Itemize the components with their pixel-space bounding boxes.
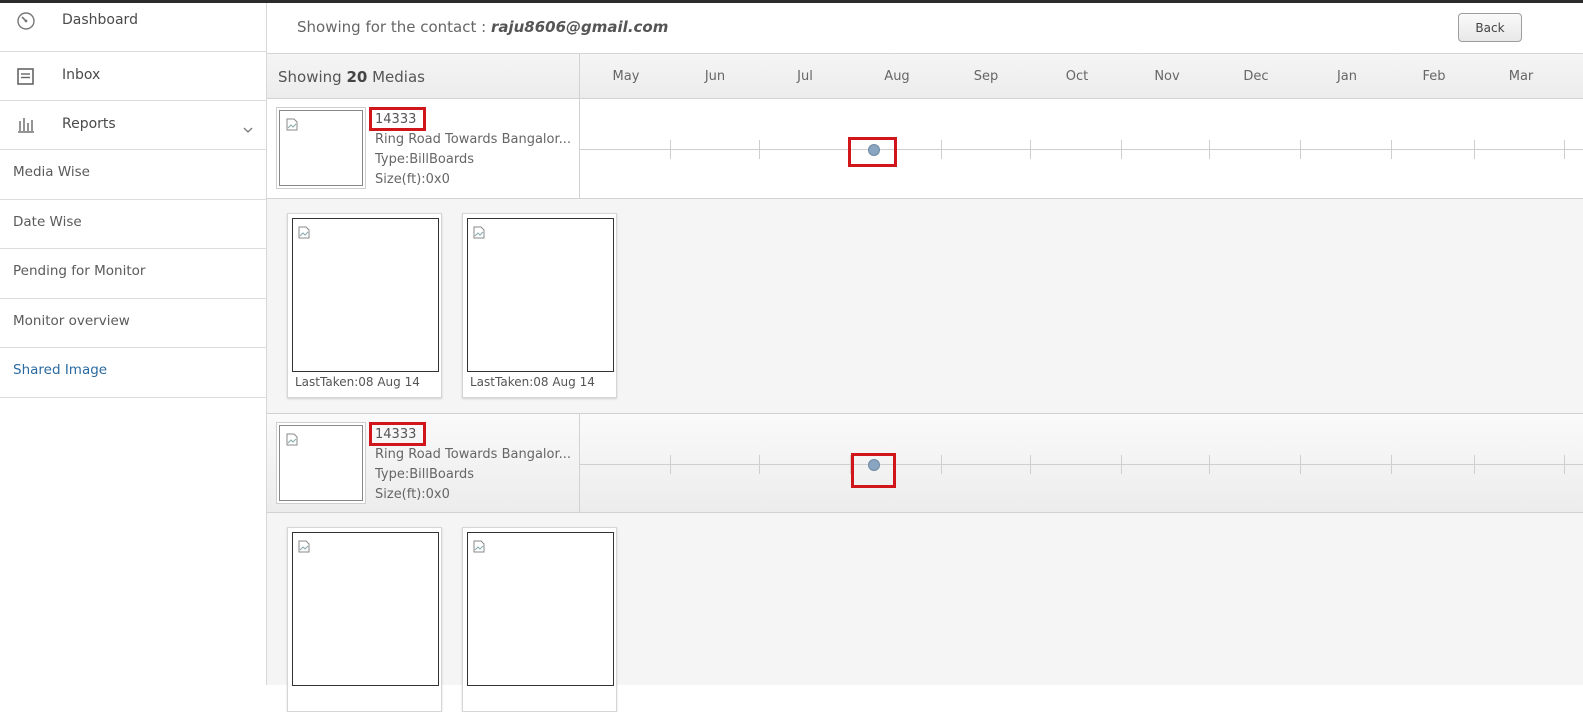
contact-prefix: Showing for the contact :	[297, 18, 491, 36]
sidebar-item-label: Reports	[62, 116, 116, 132]
timeline-tick	[1030, 140, 1031, 159]
speedometer-icon	[16, 11, 36, 31]
timeline-tick	[1209, 455, 1210, 474]
sidebar-item-reports[interactable]: Reports	[0, 101, 266, 150]
timeline-tick	[1030, 455, 1031, 474]
month-label: Nov	[1154, 69, 1180, 84]
sidebar-subitem-label: Shared Image	[13, 362, 108, 378]
timeline-tick	[941, 140, 942, 159]
timeline-track	[580, 464, 1583, 465]
sidebar-item-inbox[interactable]: Inbox	[0, 52, 266, 101]
broken-image-icon	[298, 538, 310, 557]
sidebar: Dashboard Inbox Reports Media Wise Date …	[0, 3, 267, 685]
media-count: 20	[346, 68, 368, 86]
timeline-tick	[941, 455, 942, 474]
image-frame[interactable]	[292, 532, 439, 686]
timeline-tick	[1474, 455, 1475, 474]
chevron-down-icon[interactable]	[242, 121, 254, 133]
image-caption: LastTaken:08 Aug 14	[295, 375, 420, 389]
back-button[interactable]: Back	[1458, 13, 1522, 42]
broken-image-icon	[473, 538, 485, 557]
timeline-tick	[670, 140, 671, 159]
broken-image-icon	[286, 431, 298, 450]
showing-prefix: Showing	[278, 68, 347, 86]
highlight-box	[369, 422, 426, 446]
image-frame[interactable]	[467, 532, 614, 686]
timeline-tick	[1564, 455, 1565, 474]
timeline-track	[580, 149, 1583, 150]
sidebar-subitem-label: Pending for Monitor	[13, 263, 146, 279]
media-count-label: Showing 20 Medias	[278, 68, 425, 86]
broken-image-icon	[286, 116, 298, 135]
sidebar-subitem-pending-for-monitor[interactable]: Pending for Monitor	[0, 249, 266, 299]
timeline-tick	[1474, 140, 1475, 159]
timeline-tick	[759, 455, 760, 474]
image-card[interactable]: LastTaken:08 Aug 14	[287, 213, 442, 398]
sidebar-subitem-date-wise[interactable]: Date Wise	[0, 200, 266, 249]
image-caption: LastTaken:08 Aug 14	[470, 375, 595, 389]
sidebar-item-label: Dashboard	[62, 12, 138, 28]
month-label: Mar	[1508, 69, 1534, 84]
month-label: Jul	[797, 69, 813, 84]
page-header: Showing for the contact : raju8606@gmail…	[267, 3, 1583, 54]
timeline-tick	[1300, 140, 1301, 159]
timeline-tick	[670, 455, 671, 474]
timeline-tick	[1391, 455, 1392, 474]
media-row[interactable]: 14333 Ring Road Towards Bangalor... Type…	[267, 99, 1583, 199]
month-label: Oct	[1065, 69, 1089, 84]
month-label: Feb	[1422, 69, 1446, 84]
media-type: Type:BillBoards	[375, 467, 474, 482]
media-type: Type:BillBoards	[375, 152, 474, 167]
sidebar-subitem-label: Media Wise	[13, 164, 90, 180]
sidebar-item-dashboard[interactable]: Dashboard	[0, 3, 266, 52]
image-card[interactable]: LastTaken:08 Aug 14	[462, 213, 617, 398]
inbox-icon	[16, 67, 36, 87]
column-divider	[579, 414, 580, 512]
timeline-header: Showing 20 Medias May Jun Jul Aug Sep Oc…	[267, 54, 1583, 99]
image-frame[interactable]	[467, 218, 614, 372]
showing-suffix: Medias	[367, 68, 425, 86]
broken-image-icon	[473, 224, 485, 243]
timeline-tick	[1564, 140, 1565, 159]
image-card[interactable]	[462, 527, 617, 712]
sidebar-subitem-media-wise[interactable]: Media Wise	[0, 150, 266, 200]
timeline-tick	[1300, 455, 1301, 474]
highlight-box	[851, 453, 896, 488]
image-card[interactable]	[287, 527, 442, 712]
month-label: Jun	[704, 69, 726, 84]
media-size: Size(ft):0x0	[375, 172, 450, 187]
bar-chart-icon	[16, 115, 36, 135]
highlight-box	[848, 137, 897, 167]
broken-image-icon	[298, 224, 310, 243]
month-label: Dec	[1243, 69, 1269, 84]
timeline-tick	[1121, 455, 1122, 474]
highlight-box	[369, 107, 426, 131]
media-name: Ring Road Towards Bangalor...	[375, 447, 572, 462]
image-frame[interactable]	[292, 218, 439, 372]
timeline-tick	[1121, 140, 1122, 159]
month-label: Jan	[1336, 69, 1358, 84]
media-row[interactable]: 14333 Ring Road Towards Bangalor... Type…	[267, 413, 1583, 513]
contact-heading: Showing for the contact : raju8606@gmail…	[297, 18, 668, 36]
month-label: May	[612, 69, 640, 84]
media-images-panel: LastTaken:08 Aug 14 LastTaken:08 Aug 14	[267, 199, 1583, 413]
media-thumbnail[interactable]	[279, 425, 363, 501]
media-thumbnail[interactable]	[279, 110, 363, 186]
month-label: Sep	[973, 69, 999, 84]
media-images-panel	[267, 513, 1583, 712]
contact-email: raju8606@gmail.com	[490, 18, 669, 36]
media-size: Size(ft):0x0	[375, 487, 450, 502]
media-name: Ring Road Towards Bangalor...	[375, 132, 572, 147]
timeline-tick	[1391, 140, 1392, 159]
month-label: Aug	[884, 69, 910, 84]
sidebar-item-label: Inbox	[62, 67, 101, 83]
sidebar-subitem-label: Date Wise	[13, 213, 82, 230]
column-divider	[579, 54, 580, 99]
timeline-tick	[1209, 140, 1210, 159]
sidebar-subitem-monitor-overview[interactable]: Monitor overview	[0, 299, 266, 348]
timeline-tick	[759, 140, 760, 159]
sidebar-subitem-shared-image[interactable]: Shared Image	[0, 348, 266, 398]
sidebar-subitem-label: Monitor overview	[13, 312, 130, 329]
